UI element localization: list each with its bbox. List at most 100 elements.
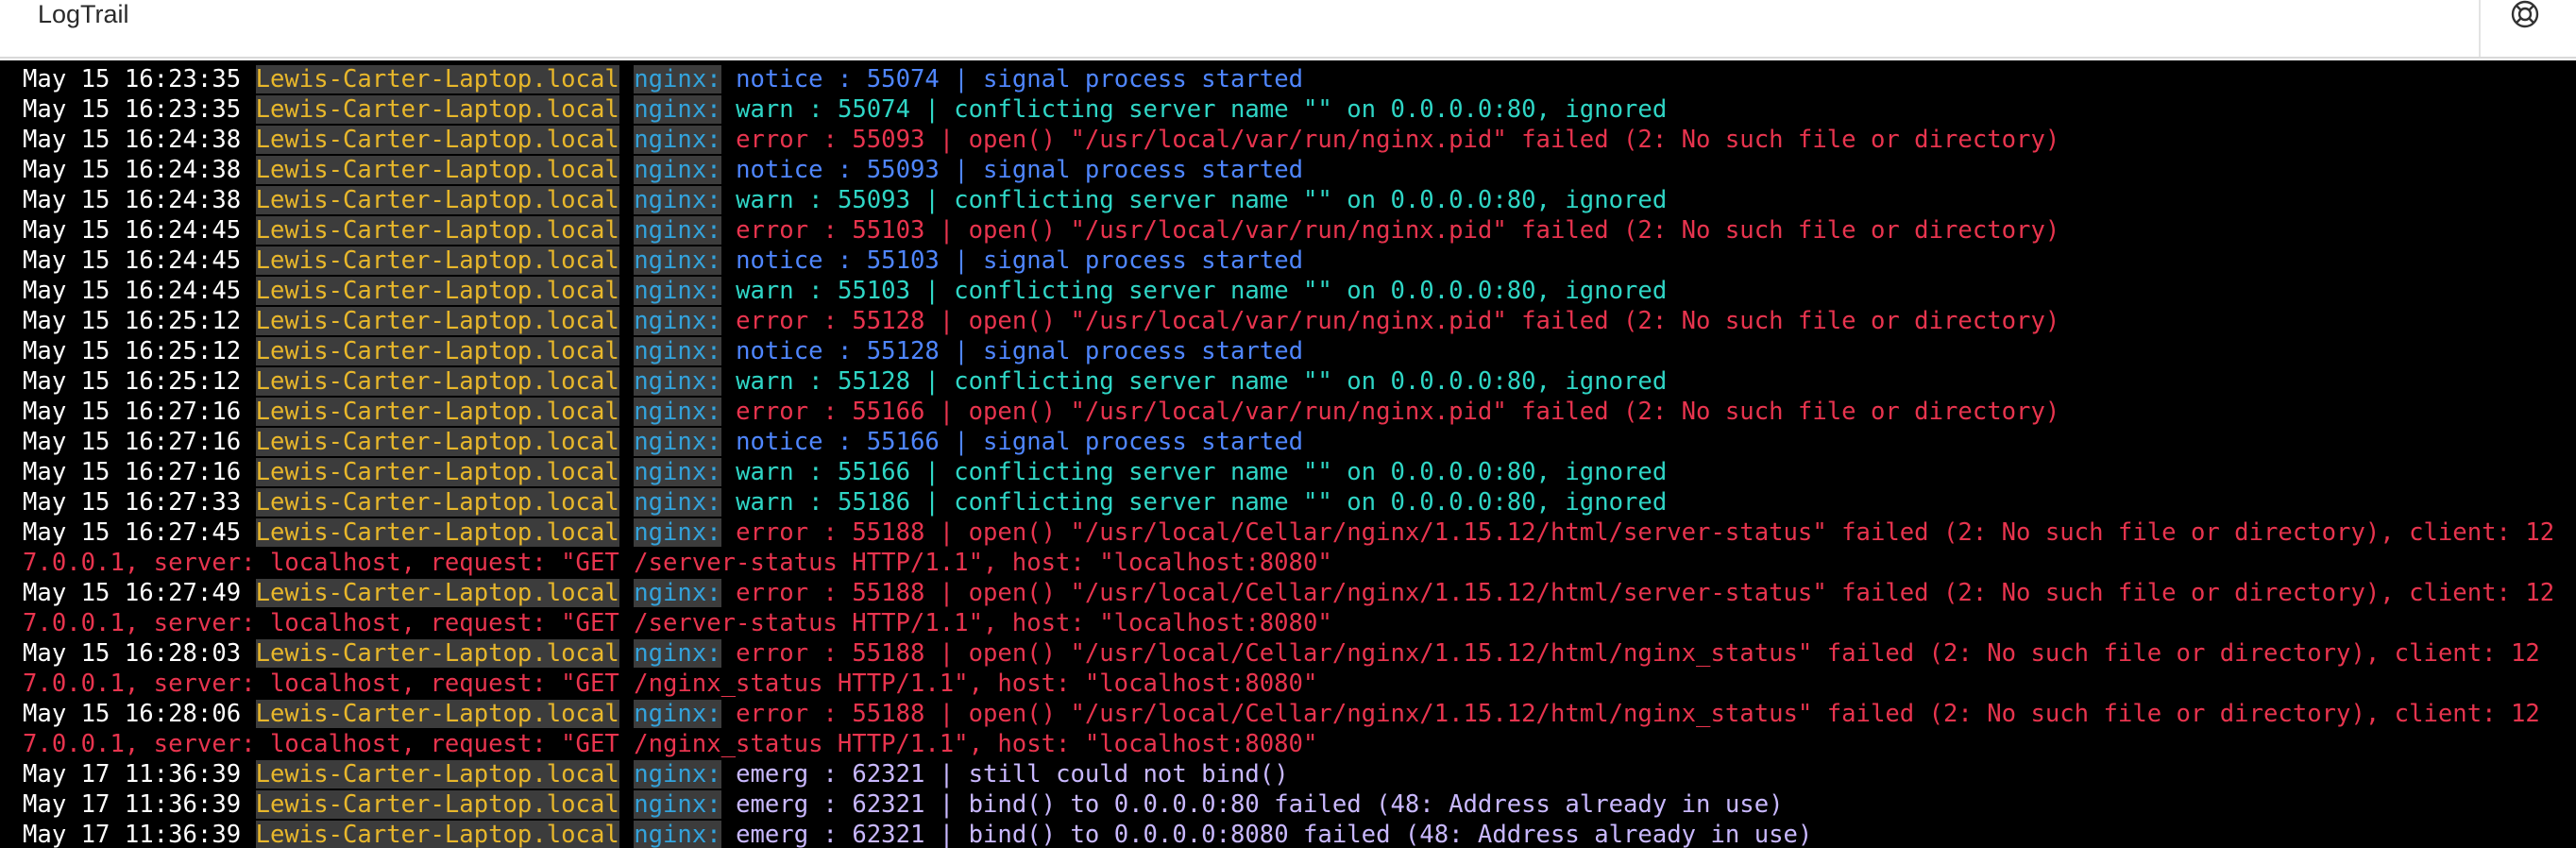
log-program[interactable]: nginx: [634,760,721,789]
log-console[interactable]: May 15 16:23:35 Lewis-Carter-Laptop.loca… [0,60,2576,848]
log-hostname[interactable]: Lewis-Carter-Laptop.local [255,65,619,93]
log-message: notice : 55103 | signal process started [736,246,1304,275]
log-message: warn : 55186 | conflicting server name "… [736,488,1668,517]
log-program[interactable]: nginx: [634,307,721,335]
log-hostname[interactable]: Lewis-Carter-Laptop.local [255,821,619,848]
log-program[interactable]: nginx: [634,518,721,547]
log-timestamp: May 15 16:28:06 [23,700,242,728]
log-timestamp: May 15 16:27:45 [23,518,242,547]
log-program[interactable]: nginx: [634,156,721,184]
log-program[interactable]: nginx: [634,277,721,305]
log-timestamp: May 15 16:25:12 [23,367,242,396]
log-hostname[interactable]: Lewis-Carter-Laptop.local [255,156,619,184]
log-line: May 15 16:28:06 Lewis-Carter-Laptop.loca… [23,699,2563,759]
title-bar: LogTrail [0,0,2576,59]
log-program[interactable]: nginx: [634,639,721,668]
app-title: LogTrail [38,0,129,28]
log-hostname[interactable]: Lewis-Carter-Laptop.local [255,246,619,275]
title-divider [2479,0,2481,57]
log-message: emerg : 62321 | still could not bind() [736,760,1289,789]
log-hostname[interactable]: Lewis-Carter-Laptop.local [255,760,619,789]
log-lines: May 15 16:23:35 Lewis-Carter-Laptop.loca… [23,64,2563,848]
log-timestamp: May 15 16:27:16 [23,398,242,426]
log-message: notice : 55093 | signal process started [736,156,1304,184]
log-timestamp: May 15 16:24:38 [23,186,242,214]
log-line: May 17 11:36:39 Lewis-Carter-Laptop.loca… [23,759,2563,789]
log-timestamp: May 17 11:36:39 [23,821,242,848]
log-program[interactable]: nginx: [634,488,721,517]
log-program[interactable]: nginx: [634,428,721,456]
log-program[interactable]: nginx: [634,65,721,93]
log-program[interactable]: nginx: [634,246,721,275]
log-message: notice : 55128 | signal process started [736,337,1304,365]
log-timestamp: May 15 16:25:12 [23,337,242,365]
log-hostname[interactable]: Lewis-Carter-Laptop.local [255,700,619,728]
log-timestamp: May 15 16:24:45 [23,277,242,305]
log-line: May 15 16:25:12 Lewis-Carter-Laptop.loca… [23,336,2563,366]
log-timestamp: May 15 16:24:38 [23,156,242,184]
log-line: May 15 16:24:38 Lewis-Carter-Laptop.loca… [23,125,2563,155]
log-hostname[interactable]: Lewis-Carter-Laptop.local [255,488,619,517]
log-message: emerg : 62321 | bind() to 0.0.0.0:8080 f… [736,821,1813,848]
log-program[interactable]: nginx: [634,579,721,607]
log-message: notice : 55074 | signal process started [736,65,1304,93]
log-timestamp: May 15 16:25:12 [23,307,242,335]
log-message: error : 55128 | open() "/usr/local/var/r… [736,307,2060,335]
log-timestamp: May 15 16:27:16 [23,458,242,486]
log-hostname[interactable]: Lewis-Carter-Laptop.local [255,95,619,124]
log-program[interactable]: nginx: [634,337,721,365]
log-line: May 15 16:23:35 Lewis-Carter-Laptop.loca… [23,94,2563,125]
log-timestamp: May 17 11:36:39 [23,760,242,789]
log-timestamp: May 15 16:24:45 [23,216,242,245]
log-hostname[interactable]: Lewis-Carter-Laptop.local [255,126,619,154]
log-program[interactable]: nginx: [634,216,721,245]
log-hostname[interactable]: Lewis-Carter-Laptop.local [255,307,619,335]
log-message: notice : 55166 | signal process started [736,428,1304,456]
log-line: May 15 16:27:49 Lewis-Carter-Laptop.loca… [23,578,2563,638]
log-hostname[interactable]: Lewis-Carter-Laptop.local [255,458,619,486]
log-message: warn : 55074 | conflicting server name "… [736,95,1668,124]
log-hostname[interactable]: Lewis-Carter-Laptop.local [255,186,619,214]
log-hostname[interactable]: Lewis-Carter-Laptop.local [255,790,619,819]
log-program[interactable]: nginx: [634,821,721,848]
log-timestamp: May 15 16:24:45 [23,246,242,275]
log-hostname[interactable]: Lewis-Carter-Laptop.local [255,398,619,426]
log-message: error : 55103 | open() "/usr/local/var/r… [736,216,2060,245]
log-message: warn : 55128 | conflicting server name "… [736,367,1668,396]
log-line: May 17 11:36:39 Lewis-Carter-Laptop.loca… [23,820,2563,848]
log-hostname[interactable]: Lewis-Carter-Laptop.local [255,277,619,305]
log-line: May 15 16:27:33 Lewis-Carter-Laptop.loca… [23,487,2563,517]
log-timestamp: May 15 16:27:49 [23,579,242,607]
log-hostname[interactable]: Lewis-Carter-Laptop.local [255,639,619,668]
log-line: May 15 16:24:45 Lewis-Carter-Laptop.loca… [23,246,2563,276]
log-line: May 15 16:23:35 Lewis-Carter-Laptop.loca… [23,64,2563,94]
log-line: May 15 16:25:12 Lewis-Carter-Laptop.loca… [23,306,2563,336]
log-program[interactable]: nginx: [634,790,721,819]
help-button[interactable] [2507,0,2543,32]
log-hostname[interactable]: Lewis-Carter-Laptop.local [255,216,619,245]
log-message: warn : 55166 | conflicting server name "… [736,458,1668,486]
log-timestamp: May 17 11:36:39 [23,790,242,819]
log-program[interactable]: nginx: [634,458,721,486]
lifebuoy-icon [2507,0,2543,32]
log-line: May 15 16:28:03 Lewis-Carter-Laptop.loca… [23,638,2563,699]
log-timestamp: May 15 16:27:33 [23,488,242,517]
log-program[interactable]: nginx: [634,186,721,214]
log-line: May 17 11:36:39 Lewis-Carter-Laptop.loca… [23,789,2563,820]
log-hostname[interactable]: Lewis-Carter-Laptop.local [255,579,619,607]
log-hostname[interactable]: Lewis-Carter-Laptop.local [255,367,619,396]
log-hostname[interactable]: Lewis-Carter-Laptop.local [255,337,619,365]
log-line: May 15 16:24:45 Lewis-Carter-Laptop.loca… [23,215,2563,246]
log-program[interactable]: nginx: [634,95,721,124]
log-line: May 15 16:27:45 Lewis-Carter-Laptop.loca… [23,517,2563,578]
log-hostname[interactable]: Lewis-Carter-Laptop.local [255,518,619,547]
log-line: May 15 16:24:38 Lewis-Carter-Laptop.loca… [23,155,2563,185]
log-program[interactable]: nginx: [634,398,721,426]
log-program[interactable]: nginx: [634,700,721,728]
log-program[interactable]: nginx: [634,367,721,396]
log-program[interactable]: nginx: [634,126,721,154]
log-line: May 15 16:24:45 Lewis-Carter-Laptop.loca… [23,276,2563,306]
log-timestamp: May 15 16:24:38 [23,126,242,154]
log-timestamp: May 15 16:28:03 [23,639,242,668]
log-hostname[interactable]: Lewis-Carter-Laptop.local [255,428,619,456]
